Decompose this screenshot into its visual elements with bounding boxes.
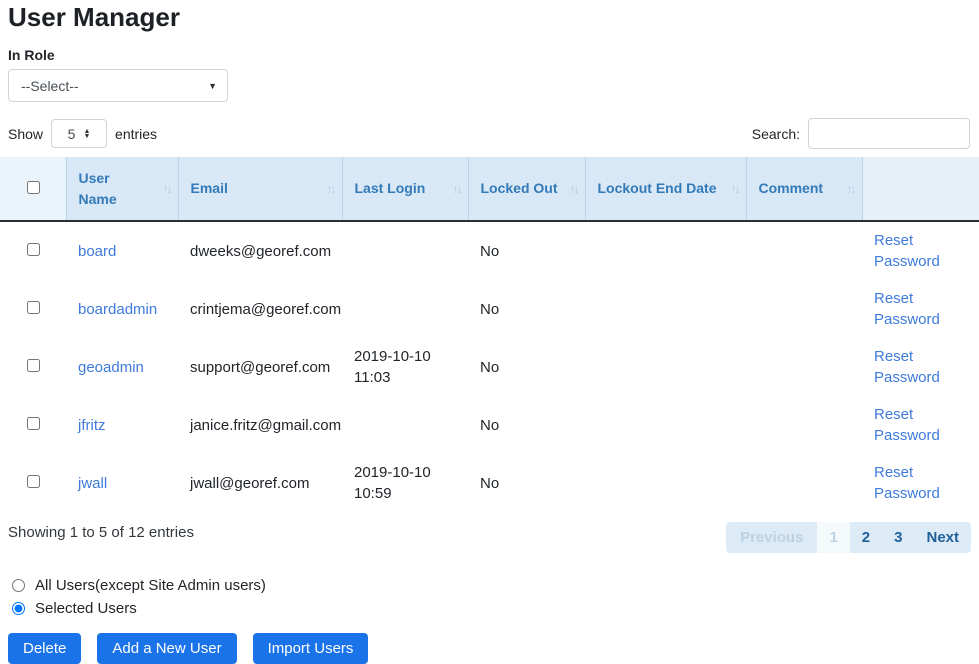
column-header-actions bbox=[862, 157, 979, 221]
pagination-page-3[interactable]: 3 bbox=[882, 522, 914, 553]
locked-out-cell: No bbox=[468, 338, 585, 396]
role-select[interactable]: --Select-- ▼ bbox=[8, 69, 228, 102]
role-filter-label: In Role bbox=[8, 47, 979, 63]
comment-cell bbox=[746, 280, 862, 338]
reset-password-link[interactable]: Reset Password bbox=[874, 462, 967, 504]
email-cell: jwall@georef.com bbox=[178, 454, 342, 512]
sort-icon: ↑↓ bbox=[731, 179, 739, 200]
last-login-cell bbox=[342, 221, 468, 280]
import-users-button[interactable]: Import Users bbox=[253, 633, 369, 664]
last-login-cell: 2019-10-10 11:03 bbox=[342, 338, 468, 396]
pagination-previous-button[interactable]: Previous bbox=[726, 522, 817, 553]
entries-length-control: Show 5 ▲ ▼ entries bbox=[8, 119, 157, 148]
table-row: jwall jwall@georef.com 2019-10-10 10:59 … bbox=[0, 454, 979, 512]
row-checkbox[interactable] bbox=[27, 243, 40, 256]
column-header-lockout-end-date[interactable]: Lockout End Date ↑↓ bbox=[585, 157, 746, 221]
email-cell: support@georef.com bbox=[178, 338, 342, 396]
username-link[interactable]: geoadmin bbox=[78, 359, 144, 376]
reset-password-link[interactable]: Reset Password bbox=[874, 230, 967, 272]
add-new-user-button[interactable]: Add a New User bbox=[97, 633, 236, 664]
chevron-down-icon: ▼ bbox=[208, 81, 217, 91]
locked-out-cell: No bbox=[468, 454, 585, 512]
comment-cell bbox=[746, 338, 862, 396]
username-link[interactable]: jfritz bbox=[78, 417, 106, 434]
sort-icon: ↑↓ bbox=[163, 179, 171, 200]
column-header-email[interactable]: Email ↑↓ bbox=[178, 157, 342, 221]
sort-icon: ↑↓ bbox=[327, 179, 335, 200]
row-checkbox[interactable] bbox=[27, 475, 40, 488]
locked-out-cell: No bbox=[468, 396, 585, 454]
reset-password-link[interactable]: Reset Password bbox=[874, 288, 967, 330]
email-cell: crintjema@georef.com bbox=[178, 280, 342, 338]
column-header-username[interactable]: User Name ↑↓ bbox=[66, 157, 178, 221]
table-row: board dweeks@georef.com No Reset Passwor… bbox=[0, 221, 979, 280]
sort-icon: ↑↓ bbox=[453, 179, 461, 200]
pagination: Previous 1 2 3 Next bbox=[726, 522, 971, 553]
table-row: jfritz janice.fritz@gmail.com No Reset P… bbox=[0, 396, 979, 454]
locked-out-cell: No bbox=[468, 280, 585, 338]
last-login-cell: 2019-10-10 10:59 bbox=[342, 454, 468, 512]
table-info: Showing 1 to 5 of 12 entries bbox=[8, 522, 194, 541]
entries-count-value: 5 bbox=[68, 126, 76, 142]
select-all-checkbox[interactable] bbox=[27, 181, 40, 194]
last-login-cell bbox=[342, 280, 468, 338]
user-scope-options: All Users(except Site Admin users) Selec… bbox=[12, 577, 971, 617]
all-users-radio-label: All Users(except Site Admin users) bbox=[35, 577, 266, 594]
search-label: Search: bbox=[752, 126, 800, 142]
email-cell: dweeks@georef.com bbox=[178, 221, 342, 280]
lockout-end-date-cell bbox=[585, 280, 746, 338]
lockout-end-date-cell bbox=[585, 396, 746, 454]
pagination-next-button[interactable]: Next bbox=[914, 522, 971, 553]
comment-cell bbox=[746, 221, 862, 280]
username-link[interactable]: jwall bbox=[78, 475, 107, 492]
table-row: geoadmin support@georef.com 2019-10-10 1… bbox=[0, 338, 979, 396]
table-row: boardadmin crintjema@georef.com No Reset… bbox=[0, 280, 979, 338]
lockout-end-date-cell bbox=[585, 221, 746, 280]
search-control: Search: bbox=[752, 118, 970, 149]
select-all-header bbox=[0, 157, 66, 221]
pagination-page-1[interactable]: 1 bbox=[817, 522, 849, 553]
row-checkbox[interactable] bbox=[27, 359, 40, 372]
comment-cell bbox=[746, 396, 862, 454]
selected-users-radio[interactable] bbox=[12, 602, 25, 615]
table-controls: Show 5 ▲ ▼ entries Search: bbox=[8, 118, 970, 149]
column-header-locked-out[interactable]: Locked Out ↑↓ bbox=[468, 157, 585, 221]
column-header-last-login[interactable]: Last Login ↑↓ bbox=[342, 157, 468, 221]
row-checkbox[interactable] bbox=[27, 301, 40, 314]
sort-icon: ↑↓ bbox=[570, 179, 578, 200]
pagination-page-2[interactable]: 2 bbox=[850, 522, 882, 553]
role-select-value: --Select-- bbox=[21, 78, 79, 94]
username-link[interactable]: board bbox=[78, 243, 116, 260]
reset-password-link[interactable]: Reset Password bbox=[874, 404, 967, 446]
page-title: User Manager bbox=[8, 2, 971, 33]
delete-button[interactable]: Delete bbox=[8, 633, 81, 664]
row-checkbox[interactable] bbox=[27, 417, 40, 430]
reset-password-link[interactable]: Reset Password bbox=[874, 346, 967, 388]
lockout-end-date-cell bbox=[585, 454, 746, 512]
sort-icon: ↑↓ bbox=[847, 179, 855, 200]
table-header-row: User Name ↑↓ Email ↑↓ Last Login ↑↓ Lock… bbox=[0, 157, 979, 221]
search-input[interactable] bbox=[808, 118, 970, 149]
selected-users-radio-label: Selected Users bbox=[35, 600, 137, 617]
table-footer: Showing 1 to 5 of 12 entries Previous 1 … bbox=[8, 522, 971, 553]
email-cell: janice.fritz@gmail.com bbox=[178, 396, 342, 454]
entries-count-select[interactable]: 5 ▲ ▼ bbox=[51, 119, 107, 148]
all-users-radio[interactable] bbox=[12, 579, 25, 592]
length-prefix-label: Show bbox=[8, 126, 43, 142]
spinner-arrows-icon: ▲ ▼ bbox=[83, 129, 90, 139]
action-buttons: Delete Add a New User Import Users bbox=[8, 633, 971, 664]
users-table: User Name ↑↓ Email ↑↓ Last Login ↑↓ Lock… bbox=[0, 157, 979, 512]
comment-cell bbox=[746, 454, 862, 512]
username-link[interactable]: boardadmin bbox=[78, 301, 157, 318]
column-header-comment[interactable]: Comment ↑↓ bbox=[746, 157, 862, 221]
lockout-end-date-cell bbox=[585, 338, 746, 396]
locked-out-cell: No bbox=[468, 221, 585, 280]
last-login-cell bbox=[342, 396, 468, 454]
length-suffix-label: entries bbox=[115, 126, 157, 142]
